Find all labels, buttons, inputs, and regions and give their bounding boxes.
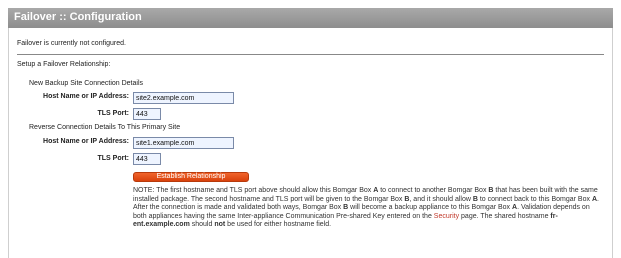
backup-port-label: TLS Port: bbox=[97, 110, 130, 117]
establish-relationship-button[interactable]: Establish Relationship bbox=[133, 172, 249, 182]
reverse-host-label: Host Name or IP Address: bbox=[43, 138, 129, 145]
divider bbox=[17, 54, 604, 55]
reverse-host-input[interactable] bbox=[133, 137, 234, 149]
backup-group-title: New Backup Site Connection Details bbox=[29, 80, 144, 87]
page-header: Failover :: Configuration bbox=[8, 8, 613, 28]
backup-host-input[interactable] bbox=[133, 92, 234, 104]
security-link[interactable]: Security bbox=[434, 213, 459, 220]
reverse-port-label: TLS Port: bbox=[97, 155, 130, 162]
status-message: Failover is currently not configured. bbox=[17, 40, 126, 47]
section-title: Setup a Failover Relationship: bbox=[17, 61, 111, 68]
backup-port-input[interactable] bbox=[133, 108, 161, 120]
failover-note: NOTE: The first hostname and TLS port ab… bbox=[133, 187, 599, 228]
page-title: Failover :: Configuration bbox=[14, 11, 142, 23]
reverse-group-title: Reverse Connection Details To This Prima… bbox=[29, 124, 181, 131]
backup-host-label: Host Name or IP Address: bbox=[43, 93, 129, 100]
reverse-port-input[interactable] bbox=[133, 153, 161, 165]
